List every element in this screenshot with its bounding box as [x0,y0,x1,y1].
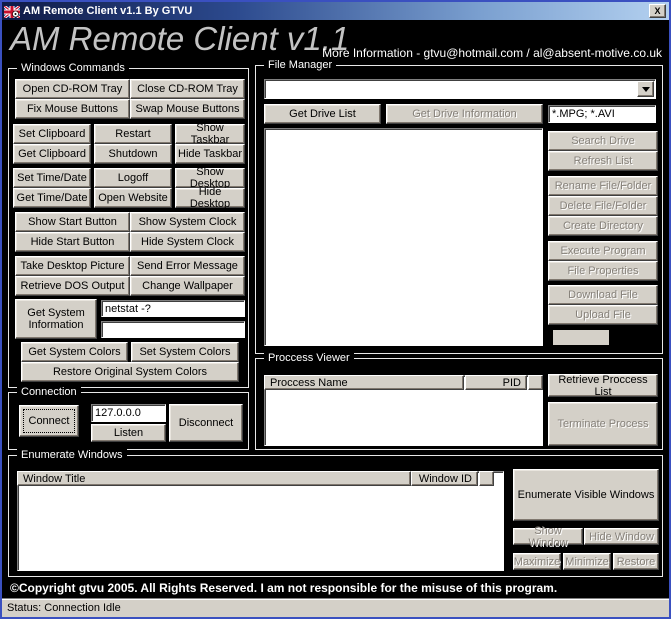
app-heading: AM Remote Client v1.1 [10,19,349,59]
path-combobox[interactable] [264,79,656,99]
enumerate-windows-label: Enumerate Windows [17,449,127,462]
uk-flag-icon [4,5,20,17]
delete-file-folder-button[interactable]: Delete File/Folder [548,196,658,216]
enumerate-windows-group: Enumerate Windows Window Title Window ID… [8,455,663,577]
window-title-column-header[interactable]: Window Title [17,471,411,486]
window-list-stub-header [479,471,494,486]
show-window-button[interactable]: Show Window [513,528,583,545]
chevron-down-icon[interactable] [637,81,654,97]
copyright-text: ©Copyright gtvu 2005. All Rights Reserve… [2,579,669,598]
swap-mouse-buttons-button[interactable]: Swap Mouse Buttons [130,99,245,119]
create-directory-button[interactable]: Create Directory [548,216,658,236]
process-viewer-label: Proccess Viewer [264,352,354,365]
logoff-button[interactable]: Logoff [94,168,172,188]
close-button[interactable]: X [649,4,666,18]
file-filter-input[interactable] [548,105,656,123]
show-desktop-button[interactable]: Show Desktop [175,168,245,188]
ip-address-input[interactable] [91,404,166,422]
set-time-date-button[interactable]: Set Time/Date [13,168,91,188]
shutdown-button[interactable]: Shutdown [94,144,172,164]
hide-system-clock-button[interactable]: Hide System Clock [130,232,245,252]
dos-command-input[interactable] [101,300,245,317]
search-drive-button[interactable]: Search Drive [548,131,658,151]
get-system-information-button[interactable]: Get System Information [15,299,97,339]
retrieve-dos-output-button[interactable]: Retrieve DOS Output [15,276,130,296]
process-list-stub-header [528,375,543,390]
process-viewer-group: Proccess Viewer Proccess Name PID Retrie… [255,358,663,450]
upload-file-button[interactable]: Upload File [548,305,658,325]
get-drive-list-button[interactable]: Get Drive List [264,104,381,124]
restart-button[interactable]: Restart [94,124,172,144]
get-drive-information-button[interactable]: Get Drive Information [386,104,543,124]
retrieve-process-list-button[interactable]: Retrieve Proccess List [548,374,658,397]
show-start-button-button[interactable]: Show Start Button [15,212,130,232]
get-clipboard-button[interactable]: Get Clipboard [13,144,91,164]
restore-original-system-colors-button[interactable]: Restore Original System Colors [21,362,239,382]
restore-button[interactable]: Restore [613,553,659,570]
get-time-date-button[interactable]: Get Time/Date [13,188,91,208]
window-title: AM Remote Client v1.1 By GTVU [23,2,192,20]
disconnect-button[interactable]: Disconnect [169,404,243,442]
terminate-process-button[interactable]: Terminate Process [548,402,658,446]
set-clipboard-button[interactable]: Set Clipboard [13,124,91,144]
hide-taskbar-button[interactable]: Hide Taskbar [175,144,245,164]
download-file-button[interactable]: Download File [548,285,658,305]
window-listbox[interactable] [17,471,504,571]
transfer-progress-box [553,330,609,345]
fix-mouse-buttons-button[interactable]: Fix Mouse Buttons [15,99,130,119]
show-system-clock-button[interactable]: Show System Clock [130,212,245,232]
take-desktop-picture-button[interactable]: Take Desktop Picture [15,256,130,276]
connection-group: Connection Connect Listen Disconnect [8,392,249,450]
pid-column-header[interactable]: PID [465,375,527,390]
file-listbox[interactable] [264,128,543,346]
contact-info: More Information - gtvu@hotmail.com / al… [322,46,662,60]
window-id-column-header[interactable]: Window ID [411,471,478,486]
maximize-button[interactable]: Maximize [513,553,561,570]
open-cdrom-tray-button[interactable]: Open CD-ROM Tray [15,79,130,99]
set-system-colors-button[interactable]: Set System Colors [131,342,239,362]
app-window: AM Remote Client v1.1 By GTVU X AM Remot… [0,0,671,619]
connect-button[interactable]: Connect [19,405,79,437]
windows-commands-group: Windows Commands Open CD-ROM Tray Close … [8,68,249,388]
file-manager-group: File Manager Get Drive List Get Drive In… [255,65,663,354]
status-bar: Status: Connection Idle [2,598,669,617]
file-properties-button[interactable]: File Properties [548,261,658,281]
get-system-colors-button[interactable]: Get System Colors [21,342,128,362]
refresh-list-button[interactable]: Refresh List [548,151,658,171]
hide-window-button[interactable]: Hide Window [584,528,659,545]
send-error-message-button[interactable]: Send Error Message [130,256,245,276]
path-combobox-value [265,84,268,96]
connection-label: Connection [17,386,81,399]
close-cdrom-tray-button[interactable]: Close CD-ROM Tray [130,79,245,99]
system-information-output-input[interactable] [101,321,245,338]
open-website-button[interactable]: Open Website [94,188,172,208]
titlebar[interactable]: AM Remote Client v1.1 By GTVU [2,2,669,20]
execute-program-button[interactable]: Execute Program [548,241,658,261]
change-wallpaper-button[interactable]: Change Wallpaper [130,276,245,296]
windows-commands-label: Windows Commands [17,62,129,75]
enumerate-visible-windows-button[interactable]: Enumerate Visible Windows [513,469,659,521]
hide-start-button-button[interactable]: Hide Start Button [15,232,130,252]
listen-button[interactable]: Listen [91,424,166,442]
minimize-button[interactable]: Minimize [563,553,611,570]
process-name-column-header[interactable]: Proccess Name [264,375,464,390]
hide-desktop-button[interactable]: Hide Desktop [175,188,245,208]
file-manager-label: File Manager [264,59,336,72]
rename-file-folder-button[interactable]: Rename File/Folder [548,176,658,196]
show-taskbar-button[interactable]: Show Taskbar [175,124,245,144]
